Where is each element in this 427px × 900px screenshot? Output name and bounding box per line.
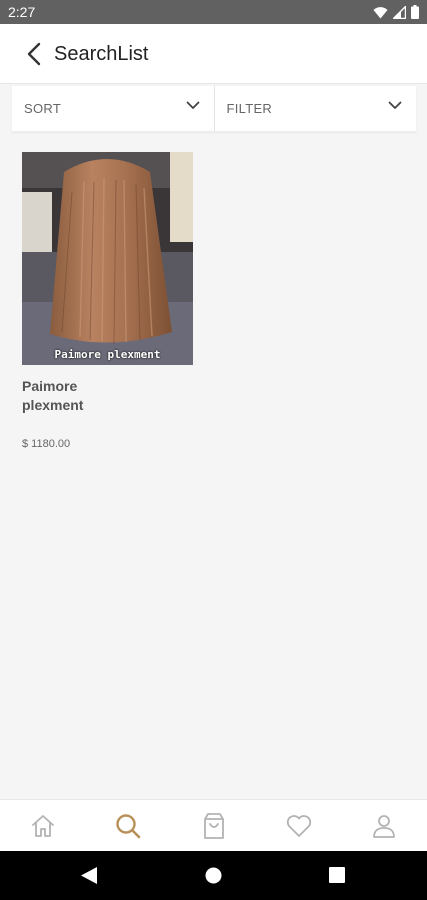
product-image[interactable]: Paimore plexment	[22, 152, 193, 365]
filter-dropdown[interactable]: FILTER	[213, 86, 417, 131]
product-card[interactable]: Paimore plexment Paimore plexment $ 1180…	[22, 152, 193, 450]
app-bar: SearchList	[0, 24, 427, 84]
status-time: 2:27	[8, 4, 36, 20]
system-home-icon[interactable]	[205, 867, 222, 884]
system-nav-bar	[0, 851, 427, 900]
status-icons	[373, 5, 419, 19]
nav-search[interactable]	[85, 800, 170, 851]
sort-dropdown[interactable]: SORT	[12, 86, 214, 131]
nav-wishlist[interactable]	[256, 800, 341, 851]
bottom-nav	[0, 799, 427, 851]
chevron-down-icon	[388, 101, 402, 109]
image-caption: Paimore plexment	[54, 348, 161, 361]
back-button[interactable]	[20, 40, 48, 68]
hair-photo	[22, 152, 193, 365]
filter-label: FILTER	[226, 101, 273, 116]
wifi-icon	[373, 6, 388, 18]
system-back-icon[interactable]	[80, 866, 98, 885]
product-price: $ 1180.00	[22, 438, 71, 450]
home-icon	[31, 814, 54, 837]
sort-label: SORT	[24, 101, 62, 116]
cellular-icon	[393, 5, 406, 19]
nav-profile[interactable]	[342, 800, 427, 851]
page-title: SearchList	[54, 43, 149, 65]
product-name[interactable]: Paimore plexment	[22, 377, 122, 415]
shopping-bag-icon	[203, 812, 224, 839]
system-recents-icon[interactable]	[329, 867, 345, 883]
chevron-down-icon	[186, 101, 199, 109]
profile-icon	[373, 814, 396, 838]
status-bar: 2:27	[0, 0, 427, 24]
nav-cart[interactable]	[171, 800, 256, 851]
heart-icon	[286, 814, 312, 837]
nav-home[interactable]	[0, 800, 85, 851]
battery-icon	[411, 5, 419, 19]
back-arrow-icon	[27, 42, 41, 66]
search-icon	[116, 813, 141, 838]
sort-filter-bar: SORT FILTER	[12, 86, 416, 132]
